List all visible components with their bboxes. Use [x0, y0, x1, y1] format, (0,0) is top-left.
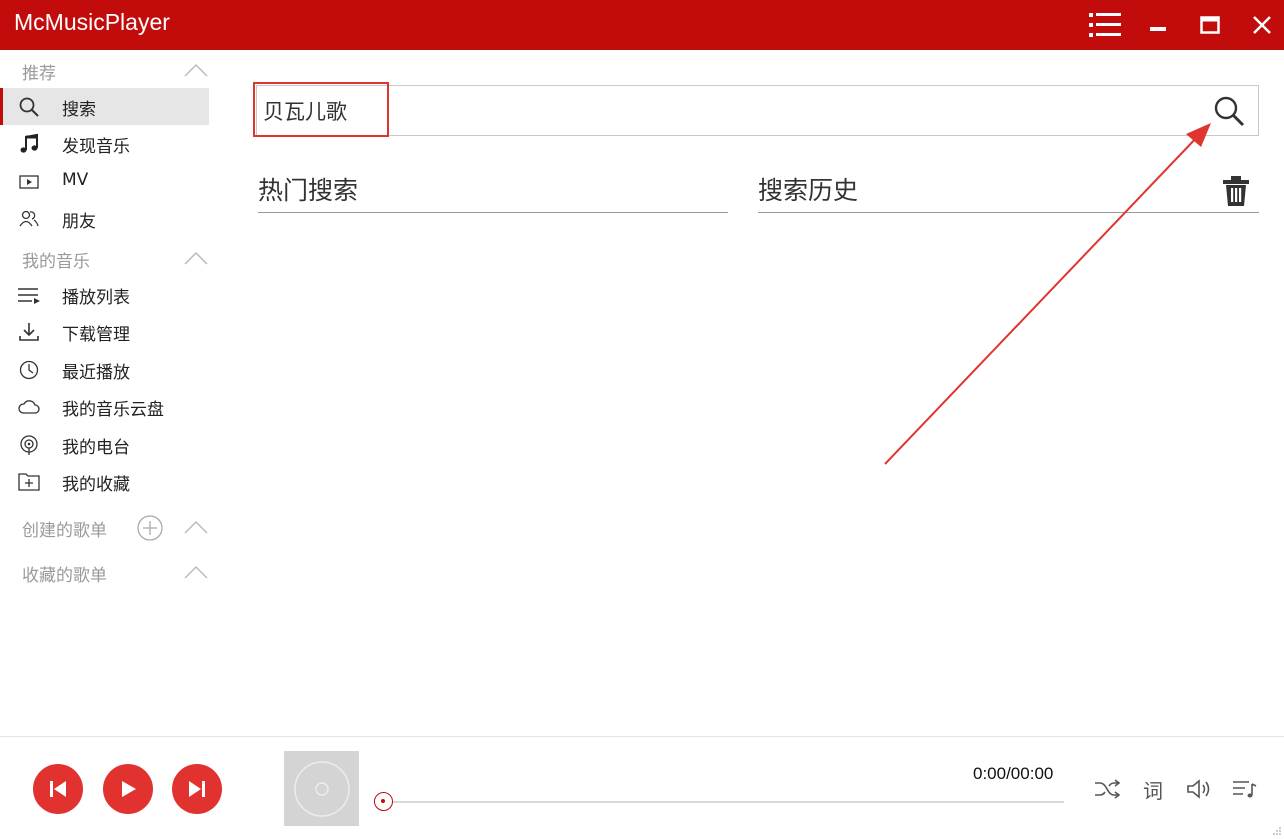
volume-icon: [1187, 779, 1210, 799]
sidebar-item-mv[interactable]: MV: [0, 163, 209, 200]
playlist-queue-icon: [1233, 781, 1257, 798]
minimize-button[interactable]: [1141, 8, 1175, 42]
sidebar-item-downloads[interactable]: 下载管理: [0, 313, 209, 350]
video-play-icon: [17, 171, 41, 193]
sidebar-item-label: 下载管理: [62, 325, 130, 345]
next-track-icon: [189, 781, 205, 797]
sidebar-item-label: MV: [62, 170, 89, 190]
previous-track-icon: [50, 781, 66, 797]
close-icon: [1253, 16, 1271, 34]
hot-search-title: 热门搜索: [258, 176, 359, 205]
sidebar-item-label: 我的收藏: [62, 475, 130, 495]
menu-list-icon: [1089, 13, 1121, 37]
sidebar-item-search[interactable]: 搜索: [0, 88, 209, 125]
section-created-playlists[interactable]: 创建的歌单: [0, 509, 210, 545]
search-icon[interactable]: [1212, 94, 1246, 128]
chevron-up-icon: [184, 63, 208, 77]
next-button[interactable]: [172, 764, 222, 814]
shuffle-icon: [1095, 779, 1120, 799]
sidebar-item-label: 最近播放: [62, 363, 130, 383]
section-collected-playlists[interactable]: 收藏的歌单: [0, 554, 210, 590]
close-button[interactable]: [1245, 8, 1279, 42]
shuffle-button[interactable]: [1093, 775, 1121, 803]
album-art[interactable]: [284, 751, 359, 826]
sidebar-item-label: 朋友: [62, 212, 96, 232]
sidebar-item-label: 搜索: [62, 100, 96, 120]
play-button[interactable]: [103, 764, 153, 814]
player-bar: 0:00/00:00 词: [0, 736, 1284, 839]
sidebar-item-friends[interactable]: 朋友: [0, 200, 209, 237]
sidebar-item-label: 我的电台: [62, 438, 130, 458]
section-created-playlists-label: 创建的歌单: [22, 521, 107, 541]
lyrics-label: 词: [1143, 778, 1163, 803]
section-recommend-label: 推荐: [22, 64, 56, 84]
chevron-up-icon: [184, 565, 208, 579]
search-history-divider: [758, 212, 1259, 213]
music-note-icon: [17, 133, 41, 155]
maximize-button[interactable]: [1193, 8, 1227, 42]
lyrics-button[interactable]: 词: [1139, 775, 1167, 803]
search-icon: [17, 96, 41, 118]
clock-icon: [17, 359, 41, 381]
disc-placeholder-icon: [293, 760, 350, 817]
resize-grip-icon[interactable]: [1270, 825, 1282, 837]
playlist-queue-button[interactable]: [1231, 775, 1259, 803]
download-icon: [17, 321, 41, 343]
section-my-music[interactable]: 我的音乐: [0, 240, 210, 276]
sidebar: 推荐 搜索 发现音乐 MV 朋友 我的音乐 播放列表 下载管理 最近播放 我的音…: [0, 50, 210, 736]
add-playlist-icon[interactable]: [136, 514, 164, 542]
time-display: 0:00/00:00: [973, 764, 1054, 783]
maximize-icon: [1200, 16, 1220, 34]
title-bar: McMusicPlayer: [0, 0, 1284, 50]
volume-button[interactable]: [1185, 775, 1213, 803]
search-input-value[interactable]: 贝瓦儿歌: [263, 96, 347, 126]
progress-bar[interactable]: [390, 801, 1064, 803]
sidebar-item-recent[interactable]: 最近播放: [0, 351, 209, 388]
sidebar-item-label: 发现音乐: [62, 137, 130, 157]
sidebar-item-favorites[interactable]: 我的收藏: [0, 463, 209, 500]
trash-icon[interactable]: [1219, 174, 1253, 208]
section-collected-playlists-label: 收藏的歌单: [22, 566, 107, 586]
sidebar-item-label: 我的音乐云盘: [62, 400, 164, 420]
sidebar-item-cloud-drive[interactable]: 我的音乐云盘: [0, 388, 209, 425]
sidebar-item-label: 播放列表: [62, 288, 130, 308]
favorite-folder-icon: [17, 471, 41, 493]
play-icon: [122, 781, 136, 797]
hot-search-divider: [258, 212, 728, 213]
sidebar-item-radio[interactable]: 我的电台: [0, 426, 209, 463]
menu-button[interactable]: [1088, 8, 1122, 42]
sidebar-item-discover-music[interactable]: 发现音乐: [0, 125, 209, 162]
section-recommend[interactable]: 推荐: [0, 52, 210, 88]
playlist-icon: [17, 284, 41, 306]
section-my-music-label: 我的音乐: [22, 252, 90, 272]
app-title: McMusicPlayer: [14, 9, 170, 35]
search-history-title: 搜索历史: [758, 176, 859, 205]
sidebar-item-playlist[interactable]: 播放列表: [0, 276, 209, 313]
search-input[interactable]: 贝瓦儿歌: [256, 85, 1259, 136]
friends-icon: [17, 208, 41, 230]
chevron-up-icon: [184, 251, 208, 265]
cloud-icon: [17, 396, 41, 418]
chevron-up-icon: [184, 520, 208, 534]
previous-button[interactable]: [33, 764, 83, 814]
minimize-icon: [1150, 27, 1166, 31]
radio-icon: [17, 434, 41, 456]
progress-handle[interactable]: [374, 792, 393, 811]
